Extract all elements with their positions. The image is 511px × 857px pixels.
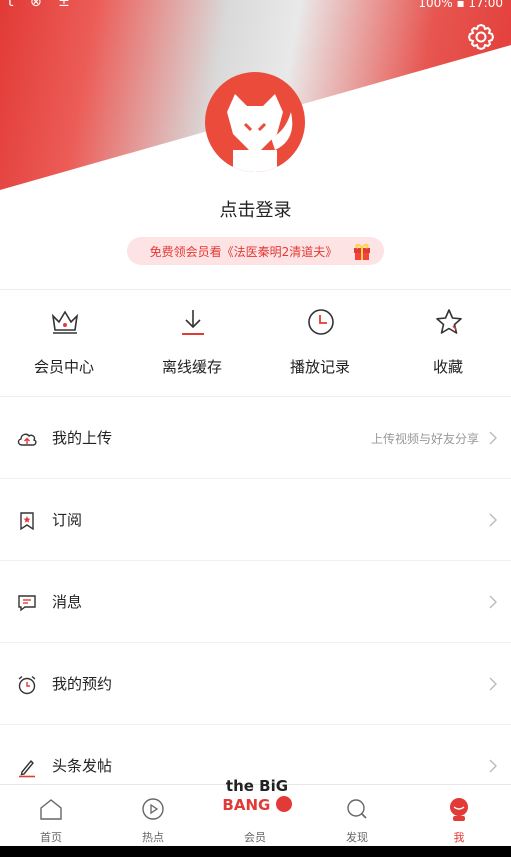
quick-item-label: 离线缓存 xyxy=(161,358,222,376)
system-navigation-bar xyxy=(0,846,511,857)
logo-line-1: the BiG xyxy=(225,777,289,795)
menu-hint: 上传视频与好友分享 xyxy=(370,432,479,446)
vip-promo-banner[interactable]: 免费领会员看《法医秦明2清道夫》 xyxy=(127,237,384,265)
logo-line-2: BANG xyxy=(222,795,292,815)
logo-badge xyxy=(275,796,292,812)
tab-home[interactable]: 首页 xyxy=(0,785,102,847)
tab-me[interactable]: 我 xyxy=(408,785,510,847)
pen-icon xyxy=(19,759,35,778)
the-big-bang-logo: the BiG BANG xyxy=(222,777,292,823)
logo-line-2-text: BANG xyxy=(222,796,271,814)
menu-item-messages[interactable]: 消息 xyxy=(0,561,511,643)
quick-actions: 会员中心 离线缓存 播放记录 收藏 xyxy=(0,300,511,396)
quick-item-label: 播放记录 xyxy=(289,358,350,376)
menu-item-my-reservations[interactable]: 我的预约 xyxy=(0,643,511,725)
chevron-right-icon xyxy=(489,759,497,773)
quick-item-vip-center[interactable]: 会员中心 xyxy=(0,300,128,396)
cloud-upload-icon xyxy=(17,433,37,446)
menu-label: 头条发帖 xyxy=(52,757,113,775)
menu-item-subscriptions[interactable]: 订阅 xyxy=(0,479,511,561)
promo-text: 免费领会员看《法医秦明2清道夫》 xyxy=(149,244,338,259)
tab-label: 热点 xyxy=(142,831,164,844)
chevron-right-icon xyxy=(489,595,497,609)
divider xyxy=(0,289,511,290)
star-icon xyxy=(436,309,462,334)
menu-label: 我的上传 xyxy=(52,429,113,447)
tab-label: 首页 xyxy=(40,831,62,844)
menu-label: 我的预约 xyxy=(52,675,113,693)
login-button[interactable]: 点击登录 xyxy=(0,196,511,222)
play-circle-icon xyxy=(142,798,164,820)
status-icons-left: t ⊗ ± xyxy=(8,0,76,10)
menu-label: 订阅 xyxy=(52,511,83,529)
menu-label: 消息 xyxy=(52,593,83,611)
gear-icon[interactable] xyxy=(466,22,496,52)
quick-item-play-history[interactable]: 播放记录 xyxy=(256,300,384,396)
tab-vip[interactable]: the BiG BANG 会员 xyxy=(204,777,306,847)
tab-discover[interactable]: 发现 xyxy=(306,785,408,847)
clock-history-icon xyxy=(308,309,334,335)
home-icon xyxy=(40,799,62,820)
chevron-right-icon xyxy=(489,513,497,527)
quick-item-offline-cache[interactable]: 离线缓存 xyxy=(128,300,256,396)
status-icons-right: 100% ▪ 17:00 xyxy=(418,0,503,10)
search-icon xyxy=(347,799,367,819)
message-icon xyxy=(18,595,36,612)
chevron-right-icon xyxy=(489,677,497,691)
quick-item-label: 收藏 xyxy=(432,358,463,376)
status-bar: t ⊗ ± 100% ▪ 17:00 xyxy=(0,0,511,12)
crown-icon xyxy=(51,310,79,334)
tab-label: 发现 xyxy=(346,831,368,844)
bookmark-icon xyxy=(20,512,34,531)
tab-hot[interactable]: 热点 xyxy=(102,785,204,847)
tab-label: 我 xyxy=(453,831,465,844)
alarm-icon xyxy=(18,675,36,695)
chevron-right-icon xyxy=(489,431,497,445)
user-icon xyxy=(450,798,468,821)
fox-avatar-icon[interactable] xyxy=(205,72,305,172)
menu-item-my-uploads[interactable]: 我的上传 上传视频与好友分享 xyxy=(0,397,511,479)
quick-item-label: 会员中心 xyxy=(33,358,94,376)
gift-icon xyxy=(354,243,370,260)
bottom-tab-bar: 首页 热点 the BiG BANG 会员 发现 我 xyxy=(0,777,511,847)
tab-label: 会员 xyxy=(244,831,266,844)
download-icon xyxy=(182,310,204,335)
profile-header: t ⊗ ± 100% ▪ 17:00 点击登录 免费领会员看《法医秦明2清道夫》 xyxy=(0,0,511,290)
quick-item-favorites[interactable]: 收藏 xyxy=(384,300,511,396)
